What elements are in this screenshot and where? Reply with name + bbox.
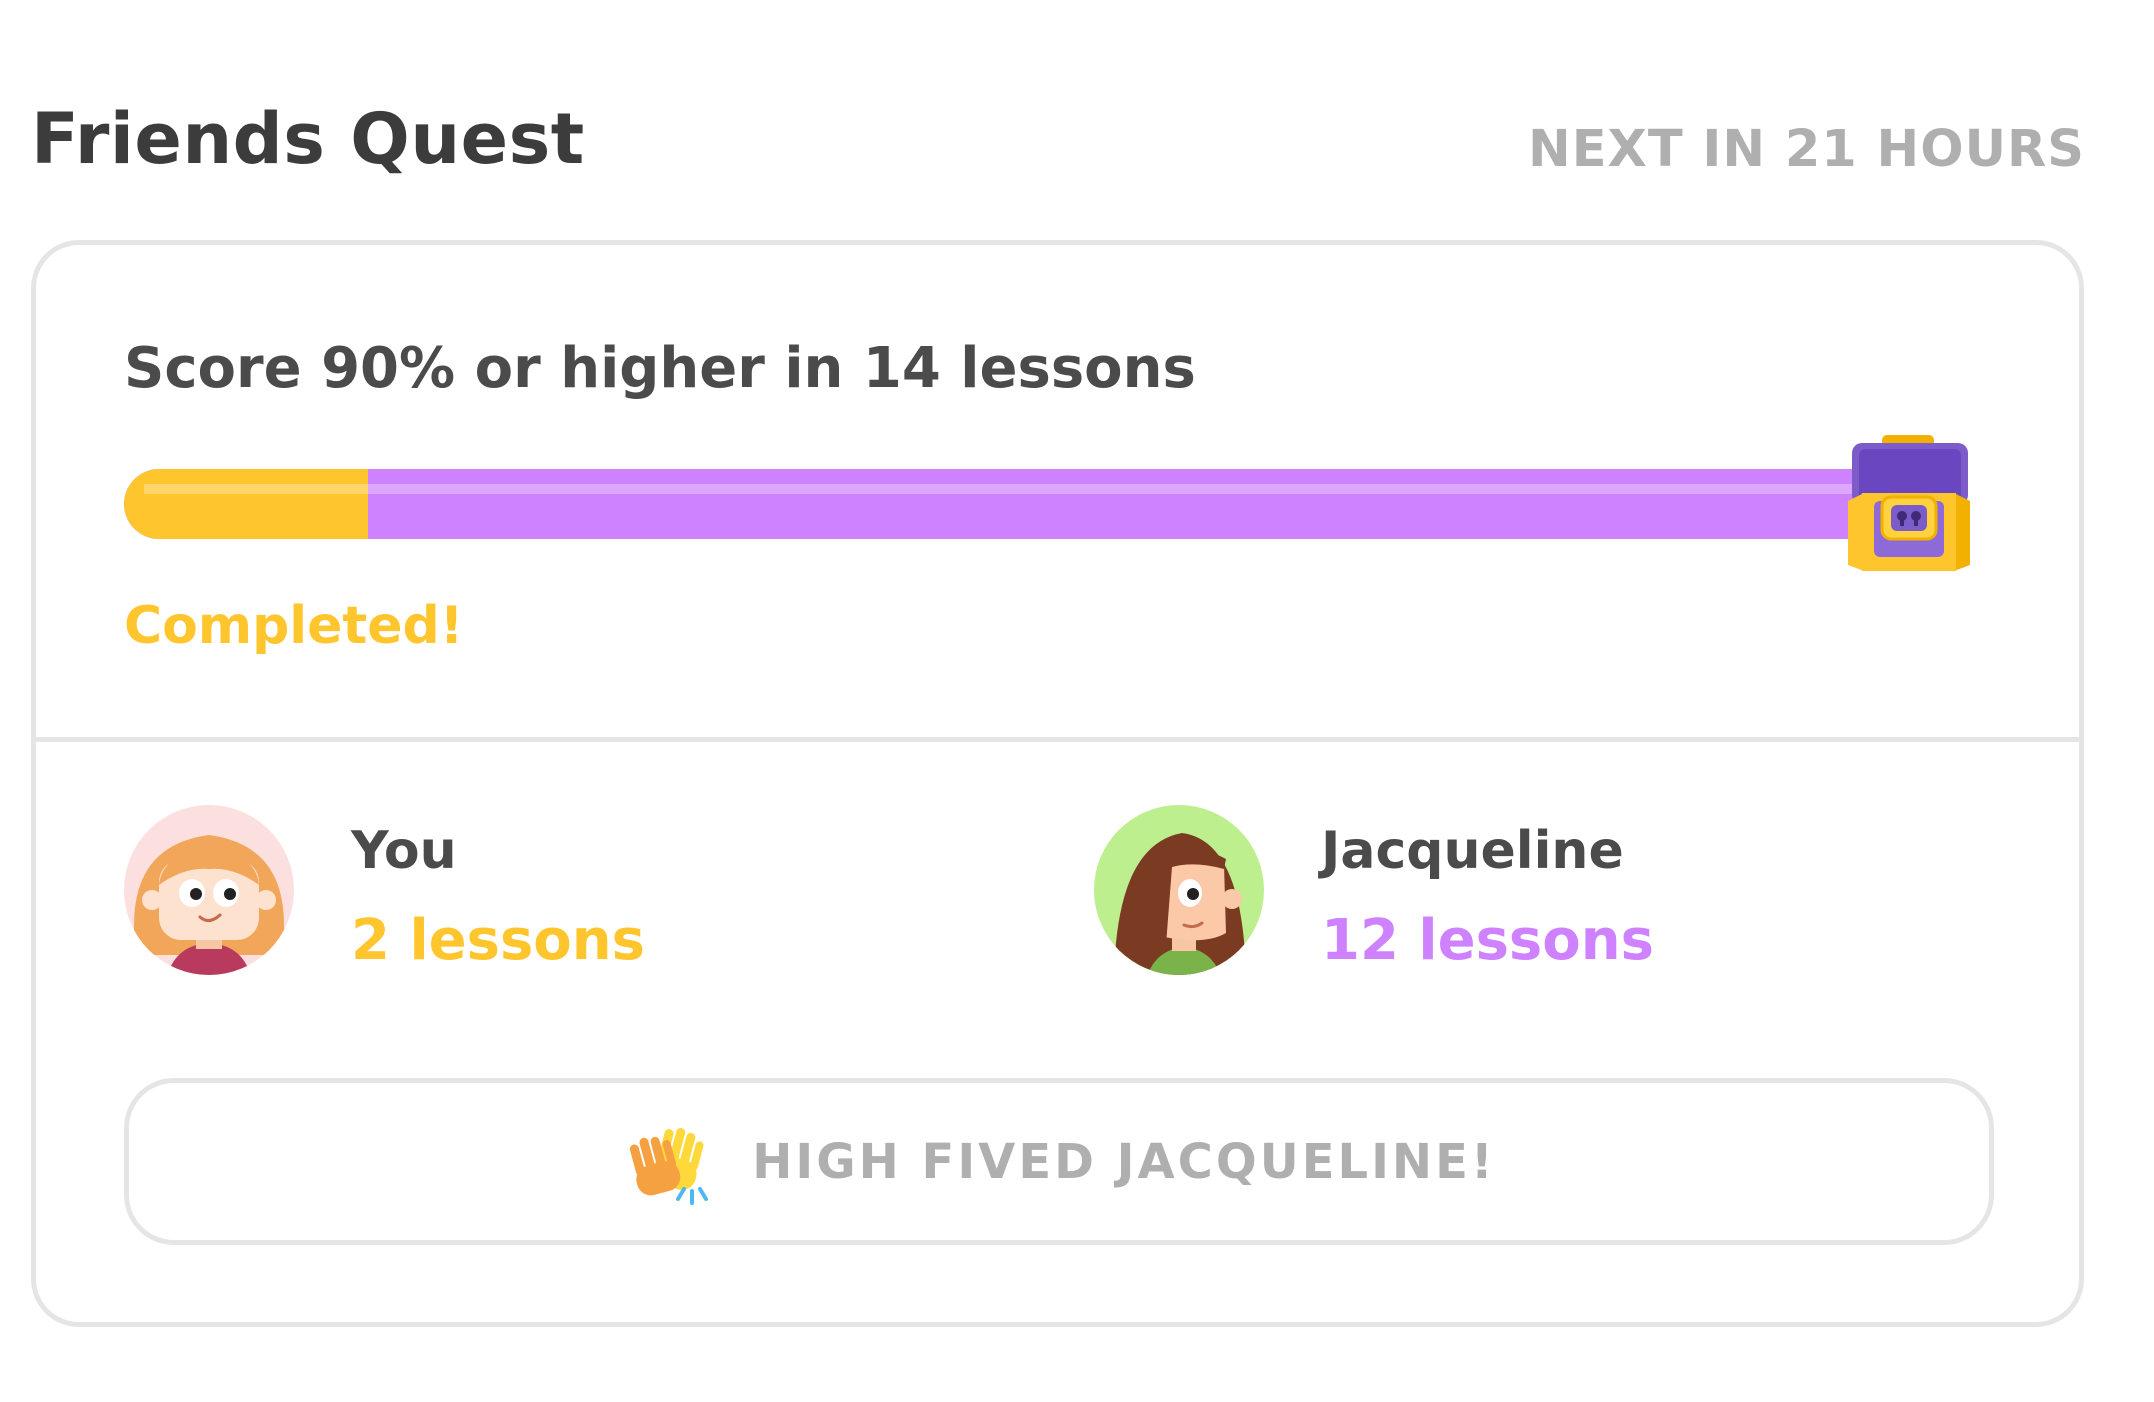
quest-goal-title: Score 90% or higher in 14 lessons — [124, 336, 1196, 401]
quest-status: Completed! — [124, 596, 464, 656]
quest-progress-bar — [124, 469, 1867, 539]
girl-blonde-avatar — [124, 805, 294, 975]
member-you: You 2 lessons — [124, 805, 824, 975]
divider — [36, 737, 2079, 742]
member-jacqueline: Jacqueline 12 lessons — [1094, 805, 1894, 975]
member-name: You — [351, 821, 457, 881]
treasure-chest-icon — [1848, 435, 1970, 571]
high-five-button[interactable]: HIGH FIVED JACQUELINE! — [124, 1078, 1994, 1245]
high-five-label: HIGH FIVED JACQUELINE! — [752, 1133, 1496, 1190]
member-lesson-count: 12 lessons — [1321, 908, 1654, 973]
quest-card: Score 90% or higher in 14 lessons Comple… — [31, 240, 2084, 1327]
high-five-icon — [630, 1127, 709, 1205]
next-quest-timer: NEXT IN 21 HOURS — [1528, 120, 2085, 179]
member-lesson-count: 2 lessons — [351, 908, 645, 973]
member-name: Jacqueline — [1321, 821, 1624, 881]
section-title: Friends Quest — [31, 98, 585, 180]
progress-track-friend — [124, 469, 1867, 539]
progress-fill-you — [124, 469, 369, 539]
progress-shine — [144, 484, 1867, 494]
girl-brown-hair-avatar — [1094, 805, 1264, 975]
